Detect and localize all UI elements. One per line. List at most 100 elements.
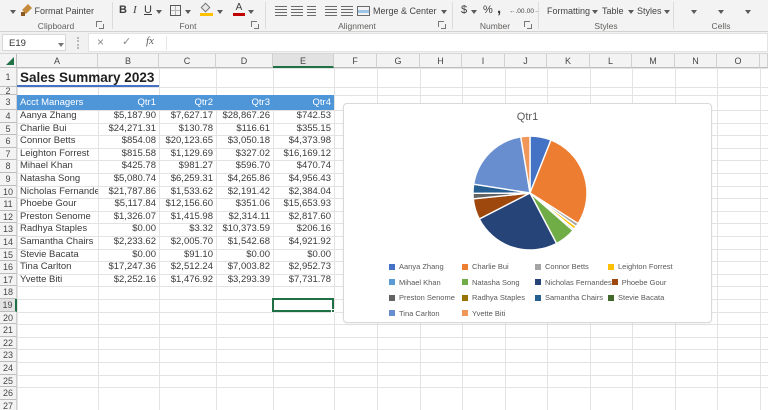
sales-value-cell[interactable]: $327.02 bbox=[216, 148, 273, 161]
sales-value-cell[interactable]: $1,129.69 bbox=[159, 148, 216, 161]
underline-dropdown-chevron[interactable] bbox=[156, 10, 162, 14]
sales-value-cell[interactable]: $21,787.86 bbox=[98, 186, 159, 199]
row-header-22[interactable]: 22 bbox=[0, 337, 17, 350]
legend-item[interactable]: Yvette Biti bbox=[462, 309, 535, 318]
legend-item[interactable]: Stevie Bacata bbox=[608, 293, 681, 302]
legend-item[interactable]: Charlie Bui bbox=[462, 262, 535, 271]
enter-icon[interactable]: ✓ bbox=[122, 35, 131, 48]
fill-color-dropdown-chevron[interactable] bbox=[217, 10, 223, 14]
sales-value-cell[interactable]: $0.00 bbox=[216, 249, 273, 262]
row-header-15[interactable]: 15 bbox=[0, 249, 17, 262]
sales-value-cell[interactable]: $2,384.04 bbox=[273, 186, 334, 199]
row-header-12[interactable]: 12 bbox=[0, 211, 17, 224]
insert-cells-chevron[interactable] bbox=[691, 10, 697, 14]
sales-value-cell[interactable]: $2,817.60 bbox=[273, 211, 334, 224]
sales-value-cell[interactable]: $2,252.16 bbox=[98, 274, 159, 287]
legend-item[interactable]: Connor Betts bbox=[535, 262, 608, 271]
sales-value-cell[interactable]: $24,271.31 bbox=[98, 123, 159, 136]
row-header-5[interactable]: 5 bbox=[0, 123, 17, 136]
manager-name-cell[interactable]: Leighton Forrest bbox=[17, 148, 98, 161]
sales-value-cell[interactable]: $206.16 bbox=[273, 223, 334, 236]
sales-value-cell[interactable]: $4,921.92 bbox=[273, 236, 334, 249]
row-header-18[interactable]: 18 bbox=[0, 286, 17, 299]
conditional-formatting-chevron[interactable] bbox=[592, 10, 598, 14]
sales-value-cell[interactable]: $116.61 bbox=[216, 123, 273, 136]
paste-dropdown-chevron[interactable] bbox=[10, 10, 16, 14]
sales-value-cell[interactable]: $130.78 bbox=[159, 123, 216, 136]
row-header-14[interactable]: 14 bbox=[0, 236, 17, 249]
sales-value-cell[interactable]: $5,187.90 bbox=[98, 110, 159, 123]
percent-style-button[interactable]: % bbox=[483, 4, 493, 16]
legend-item[interactable]: Phoebe Gour bbox=[612, 278, 685, 287]
cell-styles-chevron[interactable] bbox=[664, 10, 670, 14]
insert-function-icon[interactable]: fx bbox=[146, 35, 154, 47]
row-header-9[interactable]: 9 bbox=[0, 173, 17, 186]
sales-value-cell[interactable]: $3,050.18 bbox=[216, 135, 273, 148]
row-header-3[interactable]: 3 bbox=[0, 95, 17, 110]
column-header-G[interactable]: G bbox=[377, 54, 420, 68]
alignment-dialog-launcher-icon[interactable] bbox=[438, 21, 446, 29]
row-header-23[interactable]: 23 bbox=[0, 349, 17, 362]
column-header-E[interactable]: E bbox=[273, 54, 334, 68]
legend-item[interactable]: Preston Senome bbox=[389, 293, 462, 302]
name-box[interactable]: E19 bbox=[2, 34, 66, 51]
row-header-6[interactable]: 6 bbox=[0, 135, 17, 148]
manager-name-cell[interactable]: Mihael Khan bbox=[17, 160, 98, 173]
legend-item[interactable]: Aanya Zhang bbox=[389, 262, 462, 271]
sales-value-cell[interactable]: $4,373.98 bbox=[273, 135, 334, 148]
legend-item[interactable]: Radhya Staples bbox=[462, 293, 535, 302]
pie-chart[interactable]: Qtr1 Aanya ZhangCharlie BuiConnor BettsL… bbox=[343, 103, 712, 323]
column-header-K[interactable]: K bbox=[547, 54, 590, 68]
name-box-dropdown-chevron[interactable] bbox=[58, 43, 64, 47]
font-color-dropdown-chevron[interactable] bbox=[248, 10, 254, 14]
legend-item[interactable]: Mihael Khan bbox=[389, 278, 462, 287]
sales-value-cell[interactable]: $596.70 bbox=[216, 160, 273, 173]
sales-value-cell[interactable]: $7,731.78 bbox=[273, 274, 334, 287]
sales-value-cell[interactable]: $20,123.65 bbox=[159, 135, 216, 148]
column-header-N[interactable]: N bbox=[675, 54, 717, 68]
sales-value-cell[interactable]: $981.27 bbox=[159, 160, 216, 173]
legend-item[interactable]: Samantha Chairs bbox=[535, 293, 608, 302]
accounting-format-button[interactable]: $ bbox=[461, 4, 467, 16]
borders-dropdown-chevron[interactable] bbox=[185, 10, 191, 14]
sales-value-cell[interactable]: $15,653.93 bbox=[273, 198, 334, 211]
legend-item[interactable]: Nicholas Fernandes bbox=[535, 278, 612, 287]
cancel-icon[interactable]: × bbox=[97, 35, 104, 49]
column-header-B[interactable]: B bbox=[98, 54, 159, 68]
decrease-indent-icon[interactable] bbox=[325, 6, 337, 16]
sales-value-cell[interactable]: $16,169.12 bbox=[273, 148, 334, 161]
borders-icon[interactable] bbox=[170, 5, 181, 16]
fill-color-icon[interactable] bbox=[200, 4, 213, 16]
manager-name-cell[interactable]: Phoebe Gour bbox=[17, 198, 98, 211]
sales-value-cell[interactable]: $0.00 bbox=[98, 223, 159, 236]
increase-indent-icon[interactable] bbox=[341, 6, 353, 16]
format-as-table-button[interactable]: Table bbox=[602, 6, 624, 16]
italic-button[interactable]: I bbox=[133, 4, 137, 16]
row-header-26[interactable]: 26 bbox=[0, 387, 17, 400]
sales-value-cell[interactable]: $425.78 bbox=[98, 160, 159, 173]
column-header-D[interactable]: D bbox=[216, 54, 273, 68]
accounting-format-dropdown-chevron[interactable] bbox=[471, 10, 477, 14]
row-header-11[interactable]: 11 bbox=[0, 198, 17, 211]
manager-name-cell[interactable]: Radhya Staples bbox=[17, 223, 98, 236]
column-header-M[interactable]: M bbox=[632, 54, 675, 68]
sales-value-cell[interactable]: $470.74 bbox=[273, 160, 334, 173]
column-header-A[interactable]: A bbox=[17, 54, 98, 68]
column-header-J[interactable]: J bbox=[505, 54, 547, 68]
comma-style-button[interactable]: , bbox=[497, 0, 501, 17]
align-left-icon[interactable] bbox=[275, 6, 287, 16]
sales-value-cell[interactable]: $815.58 bbox=[98, 148, 159, 161]
sales-value-cell[interactable]: $3.32 bbox=[159, 223, 216, 236]
sales-value-cell[interactable]: $5,117.84 bbox=[98, 198, 159, 211]
column-header-C[interactable]: C bbox=[159, 54, 216, 68]
format-cells-chevron[interactable] bbox=[745, 10, 751, 14]
formula-bar-drag-handle[interactable] bbox=[77, 37, 79, 49]
sales-value-cell[interactable]: $10,373.59 bbox=[216, 223, 273, 236]
column-header-I[interactable]: I bbox=[462, 54, 505, 68]
align-center-icon[interactable] bbox=[291, 6, 303, 16]
select-all-corner[interactable] bbox=[0, 54, 17, 68]
legend-item[interactable]: Natasha Song bbox=[462, 278, 535, 287]
sales-value-cell[interactable]: $2,233.62 bbox=[98, 236, 159, 249]
underline-button[interactable]: U bbox=[144, 4, 152, 16]
sales-value-cell[interactable]: $1,533.62 bbox=[159, 186, 216, 199]
